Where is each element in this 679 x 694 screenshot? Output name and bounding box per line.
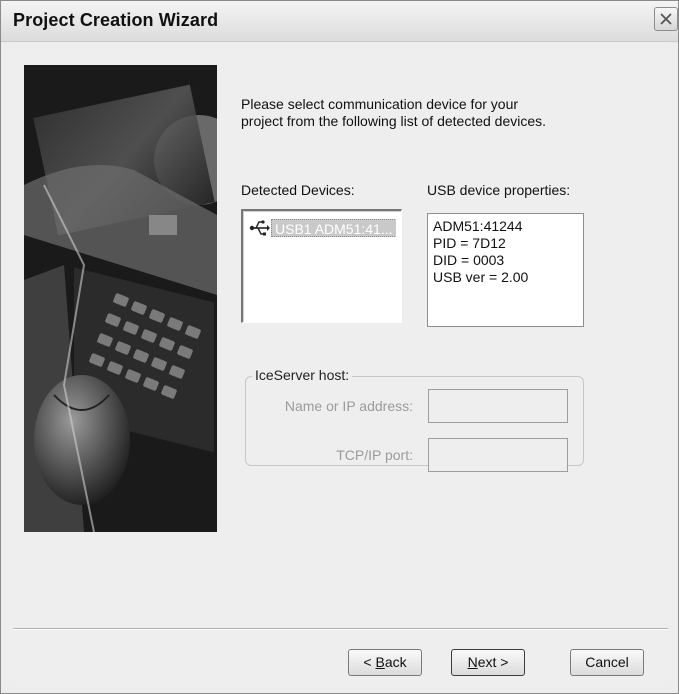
name-or-ip-label: Name or IP address:: [284, 398, 413, 414]
property-line: USB ver = 2.00: [433, 269, 529, 285]
iceserver-host-legend: IceServer host:: [252, 367, 353, 383]
window-title: Project Creation Wizard: [13, 10, 219, 30]
instructions-text: Please select communication device for y…: [241, 96, 547, 129]
iceserver-host-group: IceServer host: Name or IP address: TCP/…: [245, 367, 584, 472]
property-line: PID = 7D12: [433, 235, 506, 251]
close-button[interactable]: [654, 7, 678, 31]
cancel-button[interactable]: Cancel: [570, 649, 644, 676]
detected-devices-label: Detected Devices:: [241, 182, 355, 198]
wizard-window: Project Creation Wizard Please select co…: [0, 0, 679, 694]
back-button[interactable]: < Back: [348, 649, 422, 676]
usb-properties-label: USB device properties:: [427, 182, 571, 198]
name-or-ip-input[interactable]: [428, 389, 568, 423]
property-line: ADM51:41244: [433, 218, 523, 234]
property-line: DID = 0003: [433, 252, 505, 268]
footer-divider: [13, 628, 668, 630]
usb-icon: [249, 219, 271, 237]
list-item[interactable]: USB1 ADM51:41...: [249, 219, 396, 237]
title-bar[interactable]: Project Creation Wizard: [1, 1, 678, 42]
tcp-ip-port-label: TCP/IP port:: [336, 447, 413, 463]
wizard-body: Please select communication device for y…: [9, 47, 671, 687]
next-button[interactable]: Next >: [451, 649, 525, 676]
usb-properties-box: ADM51:41244 PID = 7D12 DID = 0003 USB ve…: [427, 213, 584, 327]
detected-devices-list[interactable]: USB1 ADM51:41...: [241, 209, 402, 323]
wizard-side-image: [24, 65, 217, 532]
close-x-icon: [660, 13, 672, 25]
device-item-label: USB1 ADM51:41...: [271, 219, 396, 237]
tcp-ip-port-input[interactable]: [428, 438, 568, 472]
